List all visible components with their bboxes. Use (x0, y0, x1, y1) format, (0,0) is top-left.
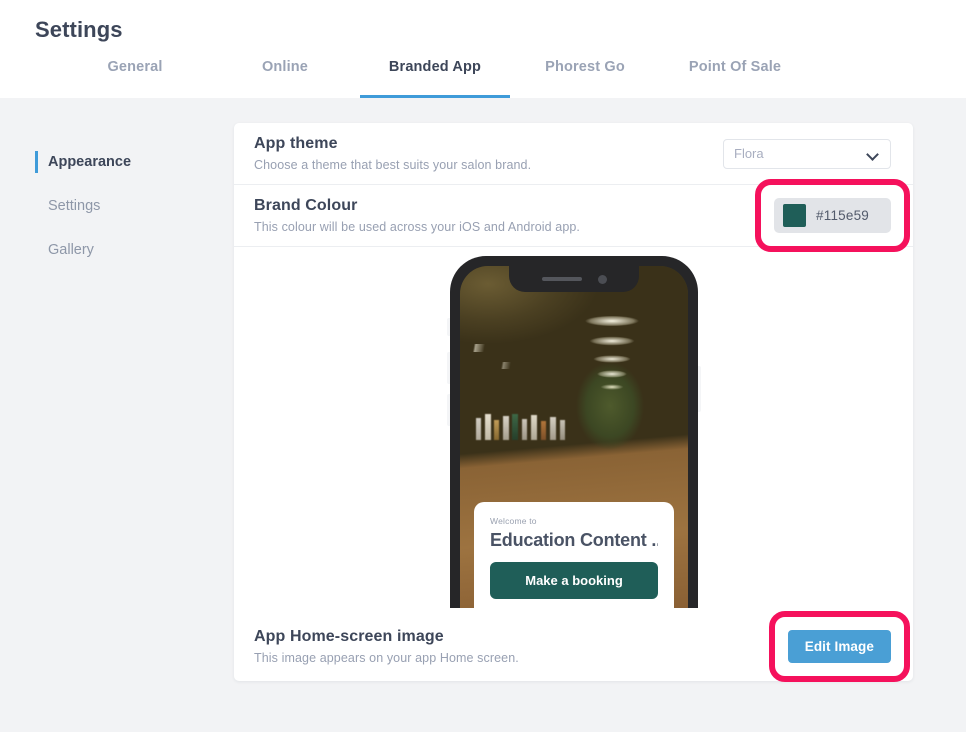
tab-general[interactable]: General (60, 60, 210, 98)
phone-camera-icon (597, 274, 607, 284)
make-a-booking-button[interactable]: Make a booking (490, 562, 658, 599)
page-title: Settings (35, 17, 123, 42)
brand-colour-swatch (783, 204, 807, 227)
phone-volume-up-icon (447, 352, 450, 384)
home-screen-image-row: App Home-screen image This image appears… (234, 610, 913, 682)
tab-branded-app[interactable]: Branded App (360, 60, 510, 98)
sidebar-item-gallery[interactable]: Gallery (0, 228, 234, 272)
brand-colour-hex-value: #115e59 (816, 208, 869, 223)
appearance-card: App theme Choose a theme that best suits… (234, 123, 913, 682)
tab-point-of-sale[interactable]: Point Of Sale (660, 60, 810, 98)
brand-colour-title: Brand Colour (254, 197, 358, 214)
phone-mockup: Welcome to Education Content ... Make a … (447, 256, 701, 608)
welcome-kicker-text: Welcome to (490, 516, 537, 526)
app-theme-select[interactable]: Flora (723, 138, 891, 169)
content-area: Appearance Settings Gallery App theme Ch… (0, 98, 966, 682)
app-theme-selected-value: Flora (734, 146, 764, 161)
tab-phorest-go[interactable]: Phorest Go (510, 60, 660, 98)
app-theme-subtitle: Choose a theme that best suits your salo… (254, 158, 532, 172)
sidebar-item-label: Gallery (48, 242, 94, 258)
app-welcome-card: Welcome to Education Content ... Make a … (474, 502, 674, 608)
brand-colour-row: Brand Colour This colour will be used ac… (234, 179, 913, 252)
app-theme-text: App theme Choose a theme that best suits… (254, 123, 531, 184)
home-screen-image-text: App Home-screen image This image appears… (254, 616, 519, 677)
phone-screen: Welcome to Education Content ... Make a … (460, 266, 688, 608)
edit-image-button[interactable]: Edit Image (787, 629, 891, 663)
welcome-salon-name: Education Content ... (490, 530, 658, 550)
phone-speaker-icon (541, 277, 582, 281)
sidebar-item-label: Appearance (48, 154, 132, 170)
tab-online[interactable]: Online (210, 60, 360, 98)
phone-mute-switch-icon (447, 318, 450, 336)
sidebar-item-label: Settings (48, 198, 101, 214)
page-header: Settings General Online Branded App Phor… (0, 0, 966, 98)
phone-volume-down-icon (447, 394, 450, 426)
tab-bar: General Online Branded App Phorest Go Po… (0, 60, 966, 98)
settings-sidebar: Appearance Settings Gallery (0, 123, 234, 681)
photo-detail-bottles (474, 404, 594, 444)
sidebar-item-settings[interactable]: Settings (0, 184, 234, 228)
sidebar-item-appearance[interactable]: Appearance (0, 140, 234, 184)
brand-colour-picker[interactable]: #115e59 (774, 198, 891, 233)
home-screen-image-subtitle: This image appears on your app Home scre… (254, 650, 519, 665)
brand-colour-text: Brand Colour This colour will be used ac… (254, 185, 580, 246)
home-screen-image-title: App Home-screen image (254, 627, 444, 645)
app-theme-row: App theme Choose a theme that best suits… (234, 123, 913, 185)
phone-notch (509, 266, 639, 292)
app-theme-title: App theme (254, 135, 338, 152)
phone-power-button-icon (698, 366, 701, 412)
brand-colour-subtitle: This colour will be used across your iOS… (254, 220, 581, 234)
phone-preview-area: Welcome to Education Content ... Make a … (234, 247, 913, 615)
chevron-down-icon (868, 149, 878, 159)
